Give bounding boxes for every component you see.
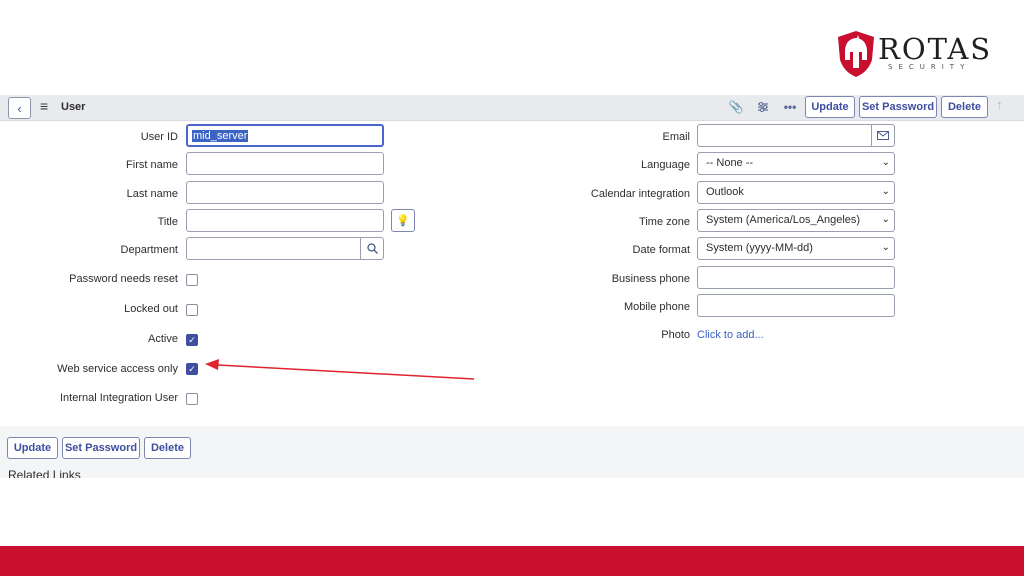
annotation-arrow (205, 359, 475, 380)
slide: ROTAS SECURITY ‹ ≡ User 📎 ••• Update Set… (0, 0, 1024, 576)
brand-accent-band (0, 546, 1024, 576)
annotation-arrow-head (205, 359, 219, 370)
annotation-arrow-line (217, 364, 475, 380)
